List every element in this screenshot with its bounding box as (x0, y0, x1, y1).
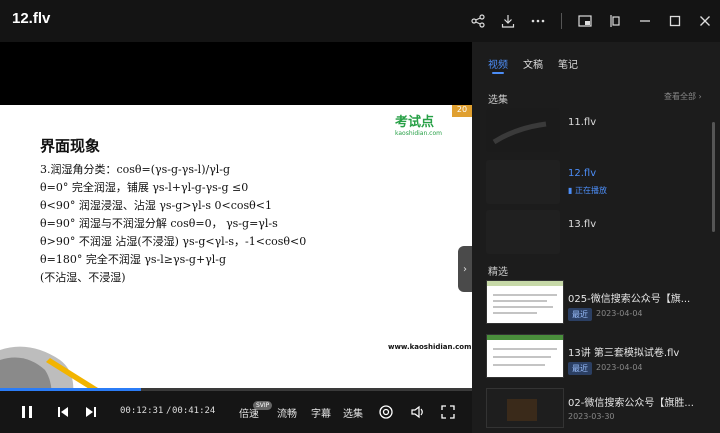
title-bar: 12.flv (0, 0, 720, 42)
quality-button[interactable]: 流畅 (274, 391, 300, 433)
logo-text: 考试点 (395, 115, 435, 130)
tab-notes[interactable]: 笔记 (558, 56, 578, 71)
window-controls (463, 0, 720, 42)
volume-button[interactable] (408, 391, 428, 433)
pick-thumbnail-image (487, 389, 563, 427)
video-area[interactable]: 考试点 kaoshidian.com 20 界面现象 3.润湿角分类：cosθ=(… (0, 42, 472, 390)
pick-thumbnail[interactable] (486, 334, 564, 378)
toolbar-divider (561, 13, 562, 29)
view-all-label: 查看全部 (664, 92, 696, 101)
subtitle-button[interactable]: 字幕 (308, 391, 334, 433)
pick-thumbnail-image (487, 335, 563, 377)
pick-title[interactable]: 025-微信搜索公众号【旗... (568, 290, 708, 305)
pick-thumbnail[interactable] (486, 388, 564, 428)
now-playing-status: ▮ 正在播放 (568, 185, 607, 196)
now-playing-label: 正在播放 (574, 186, 607, 195)
pick-thumbnail-image (487, 281, 563, 323)
episode-thumbnail[interactable] (486, 160, 560, 204)
episodes-button[interactable]: 选集 (340, 391, 366, 433)
collapse-panel-handle[interactable]: › (458, 246, 472, 292)
time-separator: / (166, 406, 172, 416)
side-panel: 视频 文稿 笔记 选集 查看全部 › 11.flv 12.flv ▮ 正在播放 … (472, 42, 720, 433)
tab-transcript[interactable]: 文稿 (523, 56, 543, 71)
page-badge: 20 (452, 105, 472, 117)
current-time: 00:12:31 (120, 406, 164, 416)
pick-date: 2023-03-30 (568, 412, 615, 421)
panel-scrollbar[interactable] (712, 122, 715, 232)
download-icon[interactable] (493, 6, 523, 36)
slide-line: θ<90° 润湿浸湿、沾湿 γs-g>γl-s 0<cosθ<1 (40, 199, 272, 212)
settings-button[interactable] (376, 391, 396, 433)
episode-thumbnail[interactable] (486, 210, 560, 254)
next-button[interactable] (80, 391, 102, 433)
episode-thumbnail[interactable] (486, 108, 560, 152)
episodes-section-title: 选集 (488, 95, 508, 106)
episode-name[interactable]: 13.flv (568, 219, 596, 230)
lecture-slide: 考试点 kaoshidian.com 20 界面现象 3.润湿角分类：cosθ=(… (0, 105, 472, 390)
pin-icon[interactable] (600, 6, 630, 36)
pause-button[interactable] (14, 391, 40, 433)
slide-line: θ=0° 完全润湿，铺展 γs-l+γl-g-γs-g ≤0 (40, 181, 249, 194)
slide-line: θ=90° 润湿与不润湿分解 cosθ=0， γs-g=γl-s (40, 217, 278, 230)
recent-badge: 最近 (568, 362, 592, 375)
pick-title[interactable]: 02-微信搜索公众号【旗胜... (568, 394, 708, 409)
player-controls: 00:12:31 / 00:41:24 倍速 SVIP 流畅 字幕 选集 (0, 391, 472, 433)
pick-thumbnail[interactable] (486, 280, 564, 324)
picture-in-picture-icon[interactable] (570, 6, 600, 36)
fullscreen-button[interactable] (438, 391, 458, 433)
share-icon[interactable] (463, 6, 493, 36)
logo-subtext: kaoshidian.com (395, 130, 442, 137)
episode-thumbnail-image (486, 108, 560, 152)
previous-icon (58, 407, 68, 417)
svip-badge: SVIP (253, 401, 273, 410)
slide-line: θ>90° 不润湿 沾湿(不浸湿) γs-g<γl-s，-1<cosθ<0 (40, 235, 307, 248)
recent-badge: 最近 (568, 308, 592, 321)
active-tab-indicator (492, 72, 504, 74)
slide-line: θ=180° 完全不润湿 γs-l≥γs-g+γl-g (40, 253, 227, 266)
previous-button[interactable] (52, 391, 74, 433)
tab-video[interactable]: 视频 (488, 56, 508, 71)
slide-logo: 考试点 kaoshidian.com (395, 111, 442, 137)
pick-title[interactable]: 13讲 第三套模拟试卷.flv (568, 344, 708, 359)
speed-button[interactable]: 倍速 (236, 391, 262, 433)
next-icon (86, 407, 96, 417)
slide-line: (不沾湿、不浸湿) (40, 271, 126, 284)
chevron-right-icon: › (698, 92, 702, 101)
minimize-icon[interactable] (630, 6, 660, 36)
volume-icon (411, 405, 423, 419)
total-time: 00:41:24 (172, 406, 216, 416)
window-title: 12.flv (12, 10, 51, 27)
pick-date: 2023-04-04 (596, 309, 643, 318)
slide-title: 界面现象 (40, 137, 101, 155)
episode-name[interactable]: 11.flv (568, 117, 596, 128)
pick-date: 2023-04-04 (596, 363, 643, 372)
pause-icon (22, 406, 32, 418)
fullscreen-icon (441, 405, 455, 419)
close-icon[interactable] (690, 6, 720, 36)
chevron-right-icon: › (463, 263, 467, 275)
slide-line: 3.润湿角分类：cosθ=(γs-g-γs-l)/γl-g (40, 163, 231, 176)
view-all-link[interactable]: 查看全部 › (664, 91, 702, 102)
episode-name-playing[interactable]: 12.flv (568, 168, 596, 179)
playing-bars-icon: ▮ (568, 186, 573, 195)
hand-pencil-image (0, 346, 101, 390)
maximize-icon[interactable] (660, 6, 690, 36)
site-url: www.kaoshidian.com (388, 343, 472, 351)
target-settings-icon (379, 405, 393, 419)
picks-section-title: 精选 (488, 267, 508, 278)
more-icon[interactable] (523, 6, 553, 36)
